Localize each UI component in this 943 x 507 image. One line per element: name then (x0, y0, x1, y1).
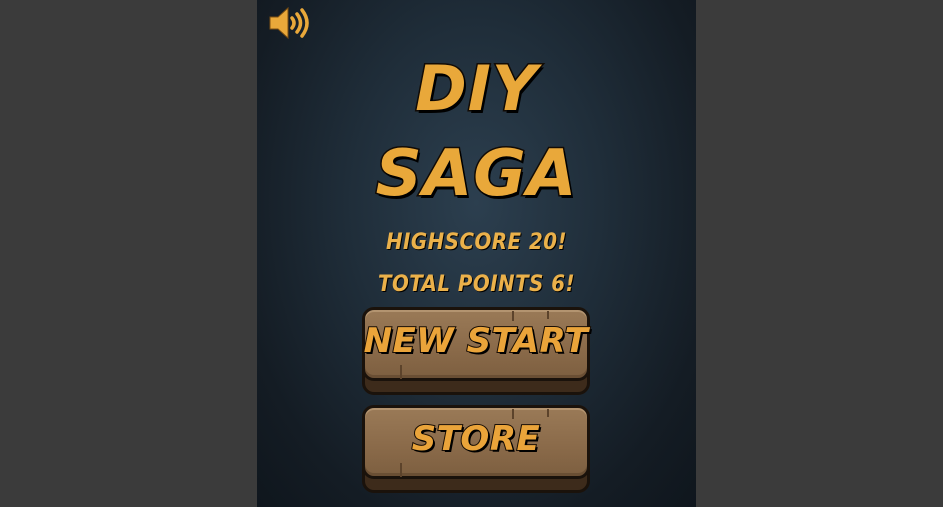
store-button[interactable]: STORE (362, 405, 590, 493)
highscore-text: HIGHSCORE 20! (385, 230, 568, 255)
new-start-label: NEW START (363, 320, 589, 362)
wood-grain-mark (400, 365, 402, 379)
wood-grain-mark (512, 409, 514, 419)
total-points-text: TOTAL POINTS 6! (377, 272, 576, 297)
new-start-button[interactable]: NEW START (362, 307, 590, 395)
speaker-volume-icon (269, 6, 309, 40)
store-label: STORE (411, 418, 541, 460)
page: DIY SAGA HIGHSCORE 20! TOTAL POINTS 6! N… (0, 0, 943, 507)
wood-grain-mark (512, 311, 514, 321)
game-title-line-1: DIY (414, 52, 538, 125)
wood-grain-mark (547, 311, 549, 319)
sound-toggle-button[interactable] (268, 6, 312, 40)
wood-grain-mark (400, 463, 402, 477)
game-title-line-2: SAGA (374, 137, 578, 211)
wood-grain-mark (547, 409, 549, 417)
game-canvas: DIY SAGA HIGHSCORE 20! TOTAL POINTS 6! N… (257, 0, 696, 507)
